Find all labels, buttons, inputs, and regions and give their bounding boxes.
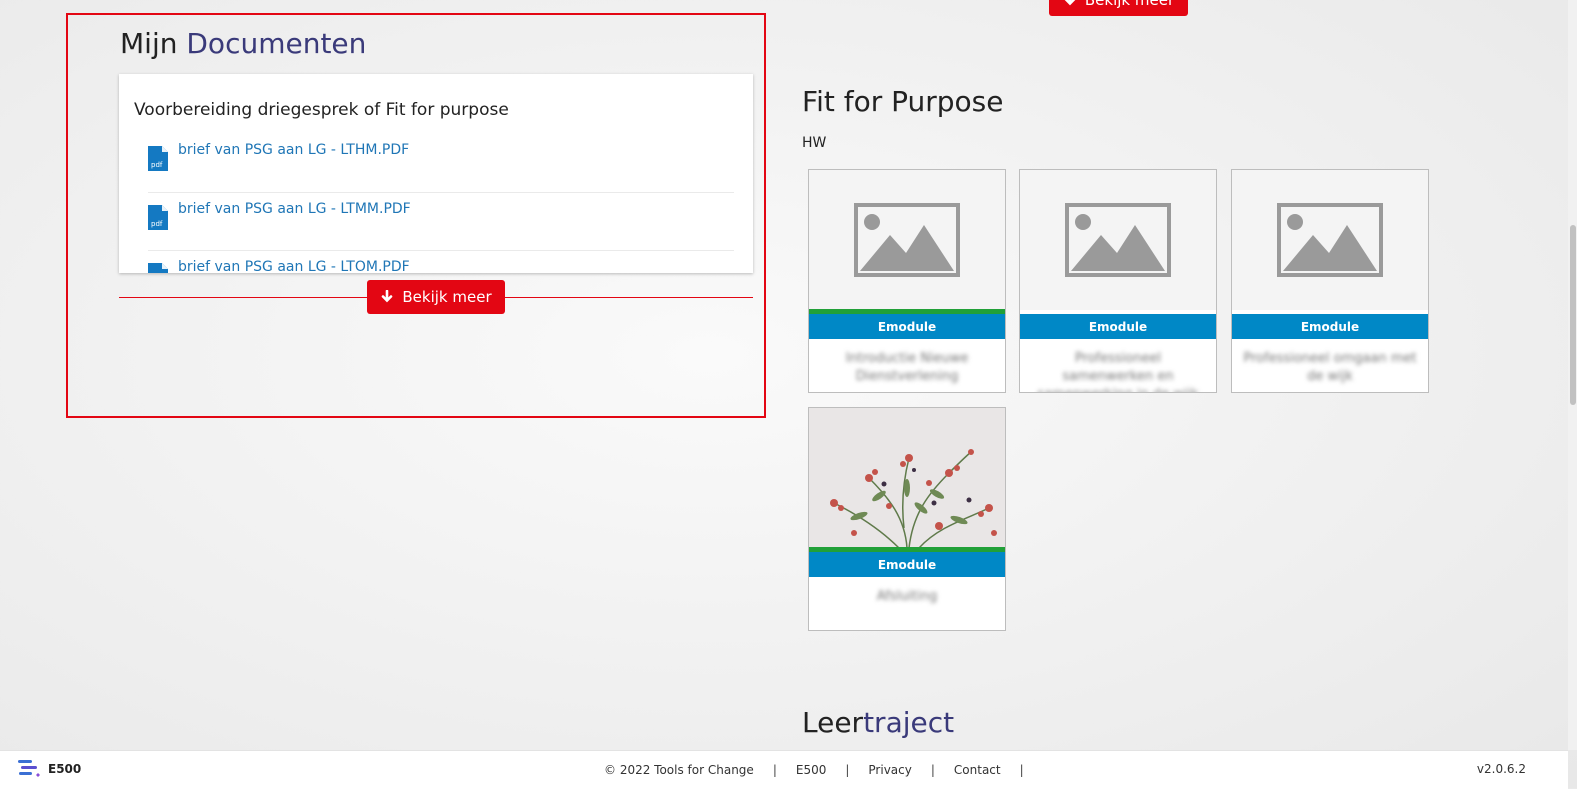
svg-text:pdf: pdf <box>151 161 163 169</box>
scrollbar-thumb[interactable] <box>1570 225 1576 405</box>
footer-separator: | <box>845 763 850 777</box>
document-list: pdf brief van PSG aan LG - LTHM.PDF pdf … <box>148 136 734 273</box>
card-caption: Professioneel samenwerken en samenwerkin… <box>1037 351 1198 392</box>
card-caption: Professioneel omgaan met de wijk <box>1243 351 1417 384</box>
placeholder-image-icon <box>854 203 960 277</box>
card-type-label: Emodule <box>1232 314 1428 339</box>
document-item[interactable]: pdf brief van PSG aan LG - LTHM.PDF <box>148 136 734 193</box>
document-item[interactable]: pdf brief van PSG aan LG - LTMM.PDF <box>148 193 734 251</box>
top-bekijk-meer-button[interactable]: Bekijk meer <box>1049 0 1188 16</box>
document-link[interactable]: brief van PSG aan LG - LTMM.PDF <box>178 201 411 217</box>
document-link[interactable]: brief van PSG aan LG - LTHM.PDF <box>178 142 409 158</box>
page-footer: E500 © 2022 Tools for Change | E500 | Pr… <box>0 750 1568 789</box>
module-card[interactable]: Emodule Afsluiting <box>808 407 1006 631</box>
my-documents-section: Mijn Documenten Voorbereiding driegespre… <box>66 13 766 418</box>
footer-link-contact[interactable]: Contact <box>954 763 1001 777</box>
leertraject-title: Leertraject <box>802 706 954 739</box>
pdf-file-icon: pdf <box>148 263 168 273</box>
arrow-down-icon <box>1064 0 1076 6</box>
page-scrollbar[interactable] <box>1568 0 1577 750</box>
card-thumbnail <box>1020 170 1216 310</box>
placeholder-image-icon <box>1277 203 1383 277</box>
document-item[interactable]: pdf brief van PSG aan LG - LTOM.PDF <box>148 251 734 273</box>
pdf-file-icon: pdf <box>148 205 168 230</box>
card-caption: Afsluiting <box>876 589 938 604</box>
document-group-title: Voorbereiding driegesprek of Fit for pur… <box>134 100 509 120</box>
copyright-text: © 2022 Tools for Change <box>604 763 754 777</box>
document-link[interactable]: brief van PSG aan LG - LTOM.PDF <box>178 259 410 273</box>
fit-for-purpose-subtitle: HW <box>802 135 827 151</box>
documents-card: Voorbereiding driegesprek of Fit for pur… <box>119 74 753 273</box>
footer-link-privacy[interactable]: Privacy <box>868 763 911 777</box>
top-bekijk-meer-label: Bekijk meer <box>1084 0 1175 9</box>
flowers-photo-icon <box>830 449 997 548</box>
bekijk-meer-label: Bekijk meer <box>402 288 492 306</box>
leertraject-title-prefix: Leer <box>802 706 864 739</box>
documents-title: Mijn Documenten <box>120 27 366 60</box>
footer-separator: | <box>772 763 777 777</box>
module-card[interactable]: Emodule Professioneel omgaan met de wijk <box>1231 169 1429 393</box>
leertraject-title-accent: traject <box>863 706 955 739</box>
arrow-down-icon <box>382 290 393 303</box>
module-card[interactable]: Emodule Professioneel samenwerken en sam… <box>1019 169 1217 393</box>
fit-for-purpose-title: Fit for Purpose <box>802 85 1004 118</box>
card-thumbnail <box>1232 170 1428 310</box>
documents-title-accent: Documenten <box>186 27 367 60</box>
bekijk-meer-button[interactable]: Bekijk meer <box>367 280 505 314</box>
e500-logo[interactable]: E500 <box>18 759 81 779</box>
version-text: v2.0.6.2 <box>1476 762 1526 776</box>
logo-text: E500 <box>48 762 82 776</box>
card-thumbnail <box>809 170 1005 310</box>
placeholder-image-icon <box>1065 203 1171 277</box>
pdf-file-icon: pdf <box>148 146 168 171</box>
e500-logo-icon <box>18 760 40 777</box>
card-type-label: Emodule <box>809 314 1005 339</box>
card-type-label: Emodule <box>809 552 1005 577</box>
card-thumbnail <box>809 408 1005 548</box>
documents-title-prefix: Mijn <box>120 27 178 60</box>
svg-text:pdf: pdf <box>151 220 163 228</box>
card-caption: Introductie Nieuwe Dienstverlening <box>845 351 969 384</box>
footer-separator: | <box>1019 763 1024 777</box>
card-type-label: Emodule <box>1020 314 1216 339</box>
module-card[interactable]: Emodule Introductie Nieuwe Dienstverleni… <box>808 169 1006 393</box>
footer-link-e500[interactable]: E500 <box>796 763 827 777</box>
footer-separator: | <box>930 763 935 777</box>
footer-links: © 2022 Tools for Change | E500 | Privacy… <box>604 763 1043 777</box>
